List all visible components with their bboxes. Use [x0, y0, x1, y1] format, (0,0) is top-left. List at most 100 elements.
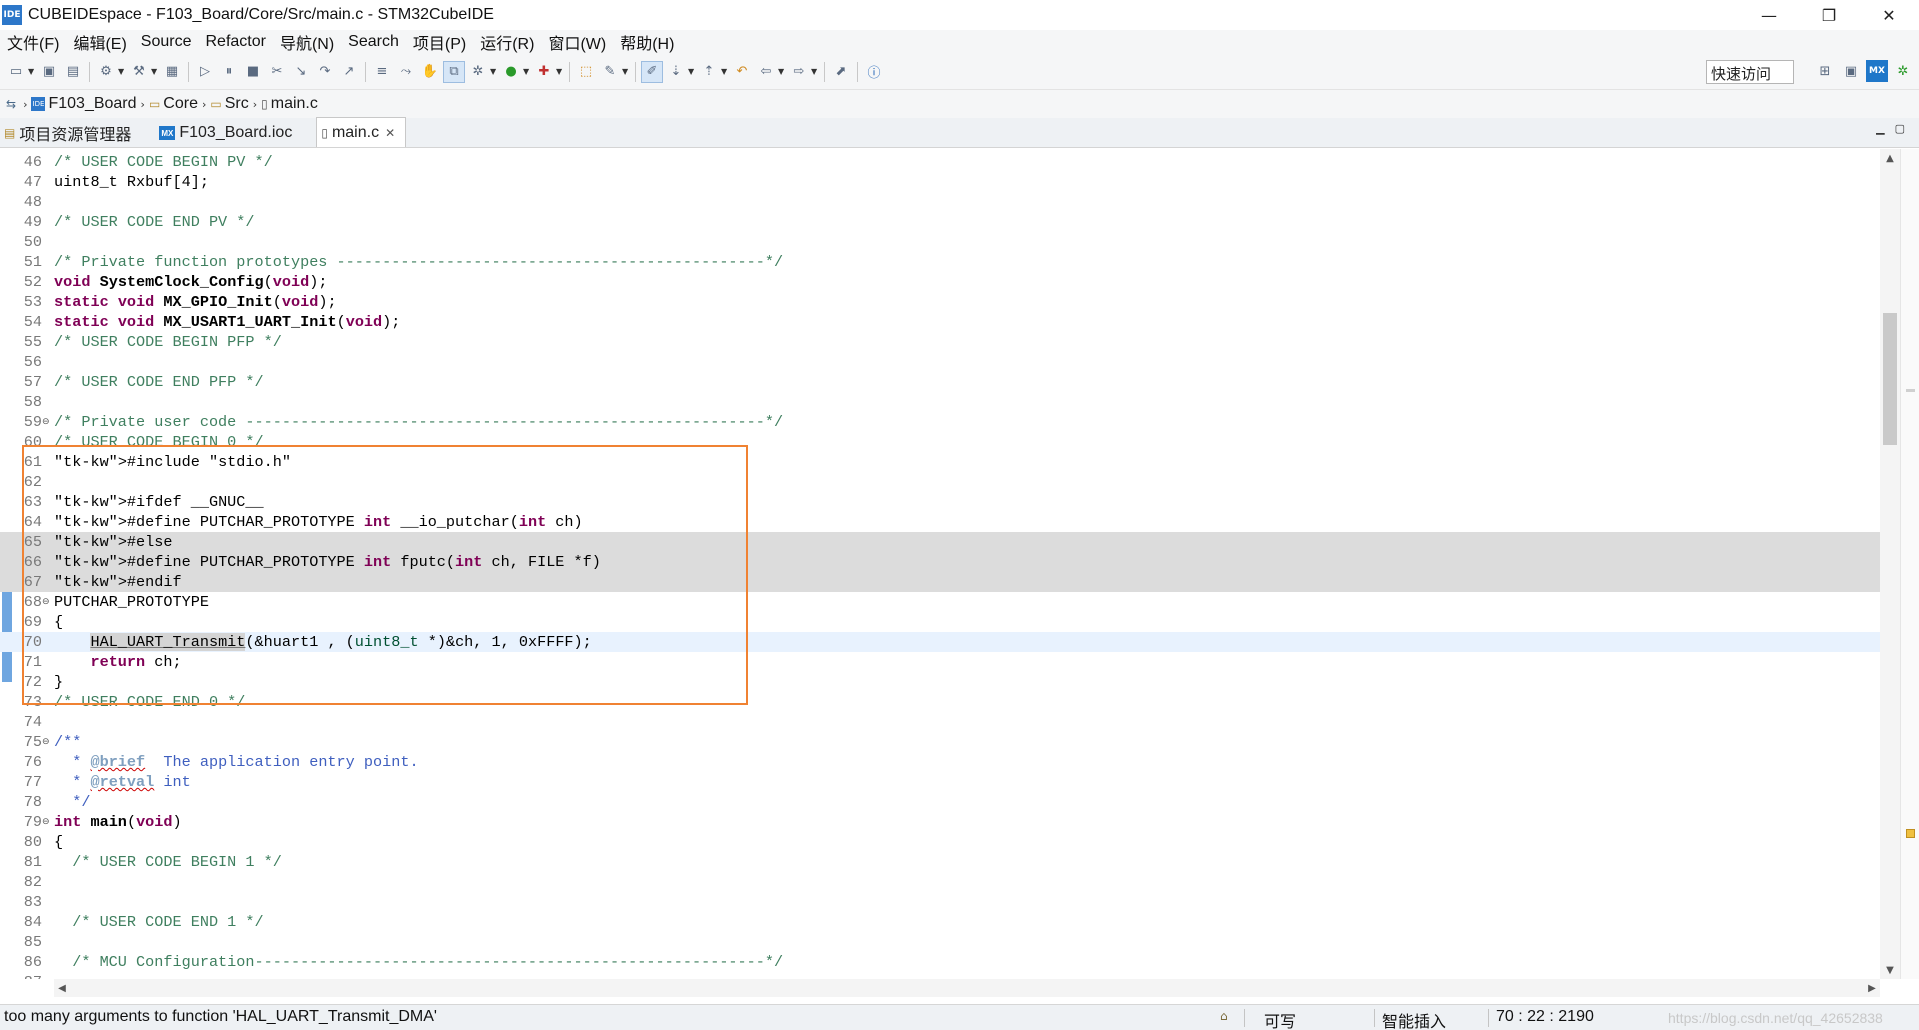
- hand-icon[interactable]: ✋: [419, 61, 441, 83]
- debug-icon[interactable]: ✲: [467, 61, 489, 83]
- new-dropdown-icon[interactable]: ▼: [28, 67, 37, 76]
- info-icon[interactable]: ⓘ: [863, 61, 885, 83]
- code-line[interactable]: 69 {: [0, 612, 1880, 632]
- fold-toggle-icon[interactable]: ⊖: [42, 732, 50, 752]
- run-icon[interactable]: ●: [500, 61, 522, 83]
- code-line[interactable]: 75 ⊖/**: [0, 732, 1880, 752]
- build-dropdown-icon[interactable]: ▼: [151, 67, 160, 76]
- menu-file[interactable]: 文件(F): [0, 30, 66, 54]
- code-line[interactable]: 79 ⊖ int main(void): [0, 812, 1880, 832]
- run-dropdown-icon[interactable]: ▼: [523, 67, 532, 76]
- code-line[interactable]: 87: [0, 972, 1880, 979]
- back-icon[interactable]: ⇦: [755, 61, 777, 83]
- code-line[interactable]: 84 /* USER CODE END 1 */: [0, 912, 1880, 932]
- code-line[interactable]: 49 /* USER CODE END PV */: [0, 212, 1880, 232]
- scroll-down-icon[interactable]: ▼: [1880, 961, 1900, 979]
- tab-ioc-file[interactable]: MX F103_Board.ioc: [155, 119, 302, 147]
- next-annotation-icon[interactable]: ⇣: [665, 61, 687, 83]
- last-edit-location-icon[interactable]: ↶: [731, 61, 753, 83]
- code-line[interactable]: 57 /* USER CODE END PFP */: [0, 372, 1880, 392]
- code-line[interactable]: 73 /* USER CODE END 0 */: [0, 692, 1880, 712]
- forward-dropdown-icon[interactable]: ▼: [811, 67, 820, 76]
- maximize-button[interactable]: ❐: [1799, 0, 1859, 30]
- fold-toggle-icon[interactable]: ⊖: [42, 812, 50, 832]
- terminate-icon[interactable]: ■: [242, 61, 264, 83]
- code-line[interactable]: 56: [0, 352, 1880, 372]
- code-line[interactable]: 74: [0, 712, 1880, 732]
- code-line[interactable]: 71 return ch;: [0, 652, 1880, 672]
- code-line[interactable]: 53 static void MX_GPIO_Init(void);: [0, 292, 1880, 312]
- code-line[interactable]: 60 /* USER CODE BEGIN 0 */: [0, 432, 1880, 452]
- code-line[interactable]: 83: [0, 892, 1880, 912]
- step-return-icon[interactable]: ↗: [338, 61, 360, 83]
- menu-refactor[interactable]: Refactor: [198, 33, 272, 51]
- code-line[interactable]: 78 */: [0, 792, 1880, 812]
- menu-navigate[interactable]: 导航(N): [273, 30, 341, 54]
- code-line[interactable]: 59 ⊖/* Private user code ----------------…: [0, 412, 1880, 432]
- menu-window[interactable]: 窗口(W): [541, 30, 613, 54]
- tab-main-c[interactable]: ▯ main.c ✕: [316, 117, 407, 147]
- task-icon[interactable]: ⌂: [1220, 1009, 1238, 1025]
- save-all-icon[interactable]: ▤: [62, 61, 84, 83]
- step-over-icon[interactable]: ↷: [314, 61, 336, 83]
- code-line[interactable]: 63 "tk-kw">#ifdef __GNUC__: [0, 492, 1880, 512]
- close-button[interactable]: ✕: [1859, 0, 1919, 30]
- maximize-view-icon[interactable]: ▢: [1895, 122, 1905, 135]
- build-icon[interactable]: ⚒: [128, 61, 150, 83]
- code-editor[interactable]: 46 /* USER CODE BEGIN PV */ 47 uint8_t Rxbu…: [0, 149, 1919, 979]
- close-icon[interactable]: ✕: [385, 126, 395, 140]
- external-tools-icon[interactable]: ✚: [533, 61, 555, 83]
- debug-dropdown-icon[interactable]: ▼: [490, 67, 499, 76]
- previous-annotation-dropdown-icon[interactable]: ▼: [721, 67, 730, 76]
- cpp-perspective-icon[interactable]: ▣: [1840, 60, 1862, 82]
- code-line[interactable]: 81 /* USER CODE BEGIN 1 */: [0, 852, 1880, 872]
- code-line[interactable]: 55 /* USER CODE BEGIN PFP */: [0, 332, 1880, 352]
- search-icon[interactable]: ✎: [599, 61, 621, 83]
- code-line[interactable]: 62: [0, 472, 1880, 492]
- code-line[interactable]: 70 HAL_UART_Transmit(&huart1 , (uint8_t …: [0, 632, 1880, 652]
- code-line[interactable]: 51 /* Private function prototypes -------…: [0, 252, 1880, 272]
- warning-marker-icon[interactable]: [1906, 829, 1915, 838]
- device-configuration-perspective-icon[interactable]: MX: [1866, 60, 1888, 82]
- previous-annotation-icon[interactable]: ⇡: [698, 61, 720, 83]
- menu-project[interactable]: 项目(P): [406, 30, 473, 54]
- code-line[interactable]: 48: [0, 192, 1880, 212]
- debug-perspective-icon[interactable]: ✲: [1892, 60, 1914, 82]
- overview-marker[interactable]: [1906, 389, 1915, 392]
- tab-project-explorer[interactable]: ▤ 项目资源管理器: [0, 119, 141, 147]
- code-line[interactable]: 76 * @brief The application entry point.: [0, 752, 1880, 772]
- code-line[interactable]: 72}: [0, 672, 1880, 692]
- toggle-mark-occurrences-icon[interactable]: ⧉: [443, 60, 465, 83]
- open-console-icon[interactable]: ⬈: [830, 61, 852, 83]
- code-line[interactable]: 68 ⊖ PUTCHAR_PROTOTYPE: [0, 592, 1880, 612]
- fold-toggle-icon[interactable]: ⊖: [42, 412, 50, 432]
- forward-icon[interactable]: ⇨: [788, 61, 810, 83]
- code-line[interactable]: 85: [0, 932, 1880, 952]
- code-line[interactable]: 64 "tk-kw">#define PUTCHAR_PROTOTYPE int …: [0, 512, 1880, 532]
- external-tools-dropdown-icon[interactable]: ▼: [556, 67, 565, 76]
- code-line[interactable]: 80 {: [0, 832, 1880, 852]
- breadcrumb-folder-src[interactable]: ▭ Src: [210, 95, 248, 113]
- code-line[interactable]: 65 "tk-kw">#else: [0, 532, 1880, 552]
- code-line[interactable]: 46 /* USER CODE BEGIN PV */: [0, 152, 1880, 172]
- menu-edit[interactable]: 编辑(E): [66, 30, 133, 54]
- minimize-view-icon[interactable]: ▁: [1876, 122, 1884, 135]
- menu-run[interactable]: 运行(R): [473, 30, 541, 54]
- code-line[interactable]: 67 "tk-kw">#endif: [0, 572, 1880, 592]
- scroll-up-icon[interactable]: ▲: [1880, 149, 1900, 167]
- code-line[interactable]: 54 static void MX_USART1_UART_Init(void);: [0, 312, 1880, 332]
- open-perspective-icon[interactable]: ⊞: [1814, 60, 1836, 82]
- code-line[interactable]: 66 "tk-kw">#define PUTCHAR_PROTOTYPE int …: [0, 552, 1880, 572]
- code-line[interactable]: 50: [0, 232, 1880, 252]
- toggle-highlight-icon[interactable]: ✐: [641, 60, 663, 83]
- scroll-right-icon[interactable]: ▶: [1864, 979, 1880, 997]
- save-icon[interactable]: ▣: [38, 61, 60, 83]
- breadcrumb-project[interactable]: IDE F103_Board: [31, 95, 137, 113]
- vertical-scrollbar[interactable]: ▲ ▼: [1880, 149, 1900, 979]
- resume-icon[interactable]: ▷: [194, 61, 216, 83]
- code-line[interactable]: 47 uint8_t Rxbuf[4];: [0, 172, 1880, 192]
- fold-toggle-icon[interactable]: ⊖: [42, 592, 50, 612]
- step-into-icon[interactable]: ↘: [290, 61, 312, 83]
- scroll-left-icon[interactable]: ◀: [54, 979, 70, 997]
- code-line[interactable]: 52 void SystemClock_Config(void);: [0, 272, 1880, 292]
